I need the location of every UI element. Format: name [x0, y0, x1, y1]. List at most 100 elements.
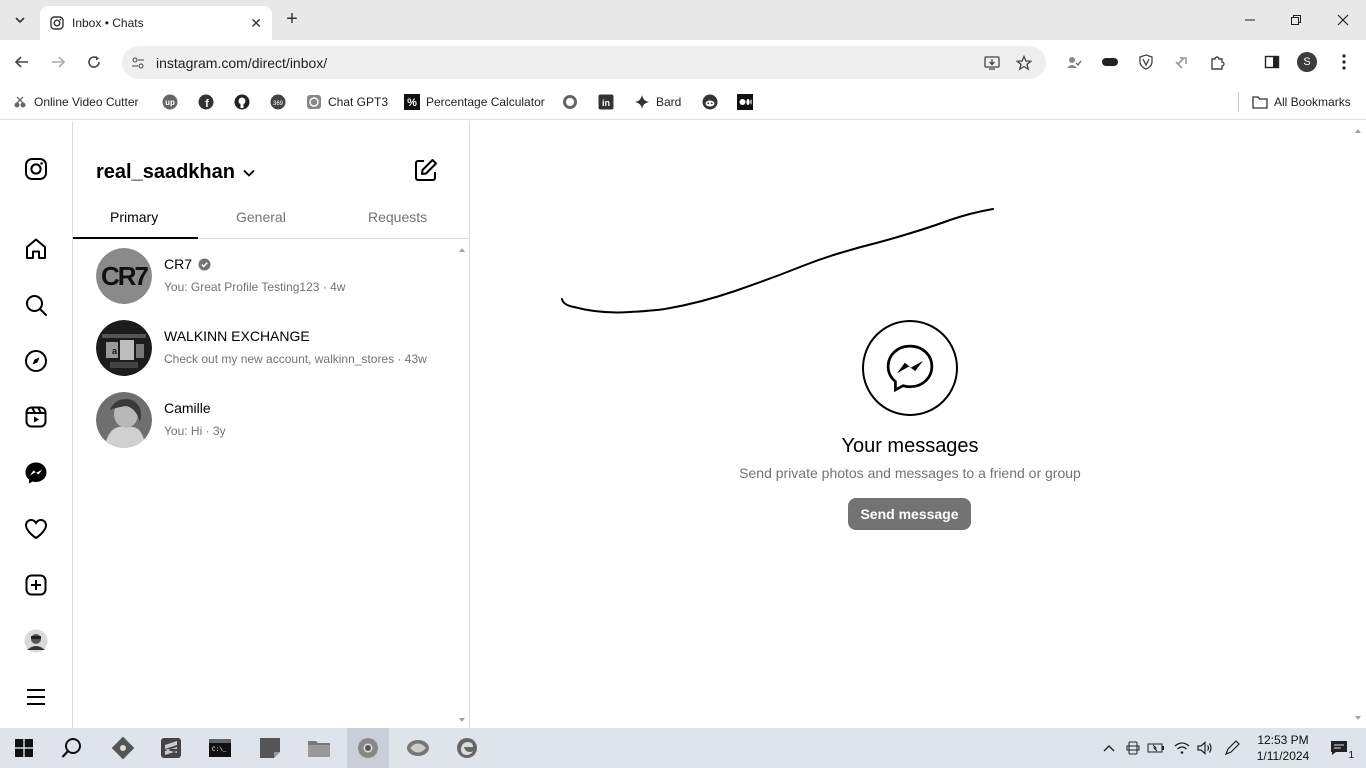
new-message-compose-icon[interactable]: [413, 157, 439, 183]
bookmark-linkedin[interactable]: in: [598, 92, 620, 112]
address-bar[interactable]: instagram.com/direct/inbox/: [122, 46, 1046, 79]
taskbar-app-git-icon[interactable]: [108, 734, 138, 762]
clock-date: 1/11/2024: [1256, 749, 1310, 763]
messenger-icon[interactable]: [22, 459, 50, 487]
bookmark-369[interactable]: 369: [270, 92, 292, 112]
taskbar-app-notes-icon[interactable]: [255, 734, 285, 762]
notifications-heart-icon[interactable]: [22, 515, 50, 543]
conversation-name: Camille: [164, 400, 211, 416]
browser-tab-strip: Inbox • Chats ✕ +: [0, 0, 1366, 40]
extension-checker-icon[interactable]: [1062, 50, 1086, 74]
bard-sparkle-icon: [634, 94, 650, 110]
bookmark-online-video-cutter[interactable]: Online Video Cutter: [12, 92, 139, 112]
notification-center-icon[interactable]: 1: [1324, 738, 1354, 761]
tray-pen-icon[interactable]: [1222, 738, 1242, 758]
svg-text:C:\_: C:\_: [212, 746, 227, 753]
bookmark-chat-gpt3[interactable]: Chat GPT3: [306, 92, 388, 112]
taskbar-edge-icon[interactable]: [452, 734, 482, 762]
instagram-logo-icon[interactable]: [22, 155, 50, 183]
account-switcher[interactable]: real_saadkhan: [96, 161, 255, 184]
home-icon[interactable]: [22, 235, 50, 263]
clock-time: 12:53 PM: [1257, 733, 1309, 747]
empty-state-subtitle: Send private photos and messages to a fr…: [739, 465, 1081, 481]
back-icon[interactable]: [10, 50, 34, 74]
bookmark-bard[interactable]: Bard: [634, 92, 681, 112]
taskbar-app-tool-icon[interactable]: [403, 734, 433, 762]
whatsapp-icon: [562, 94, 578, 110]
tab-search-icon[interactable]: [8, 8, 32, 32]
conversation-row-walkinn-exchange[interactable]: a WALKINN EXCHANGE Check out my new acco…: [73, 312, 453, 384]
site-info-icon[interactable]: [128, 53, 148, 73]
tab-primary[interactable]: Primary: [110, 209, 158, 225]
tray-battery-icon[interactable]: [1146, 738, 1166, 758]
page-scrollbar[interactable]: [1350, 121, 1366, 728]
extension-capsule-icon[interactable]: [1098, 50, 1122, 74]
browser-tab-inbox[interactable]: Inbox • Chats ✕: [40, 6, 272, 40]
extension-link-icon[interactable]: [1170, 50, 1194, 74]
video-cutter-icon: [12, 94, 28, 110]
send-message-button[interactable]: Send message: [848, 498, 971, 530]
new-tab-button[interactable]: +: [282, 8, 302, 32]
upwork-icon: up: [162, 94, 178, 110]
taskbar-file-explorer-icon[interactable]: [304, 734, 334, 762]
tray-wifi-icon[interactable]: [1172, 738, 1192, 758]
github-icon: [234, 94, 250, 110]
bookmark-label: Chat GPT3: [328, 95, 389, 109]
avatar-walkinn-exchange: a: [96, 320, 152, 376]
bookmark-whatsapp[interactable]: [562, 92, 584, 112]
tray-expand-icon[interactable]: [1099, 738, 1119, 758]
bookmark-percentage-calculator[interactable]: % Percentage Calculator: [404, 92, 545, 112]
bookmark-medium[interactable]: [737, 92, 759, 112]
taskbar-app-sublime-icon[interactable]: [156, 734, 186, 762]
tab-requests[interactable]: Requests: [368, 209, 427, 225]
window-close-icon[interactable]: [1331, 8, 1355, 32]
all-bookmarks-label: All Bookmarks: [1274, 95, 1351, 109]
profile-avatar[interactable]: S: [1297, 52, 1317, 72]
url-text: instagram.com/direct/inbox/: [156, 54, 328, 71]
conversation-name-text: CR7: [164, 256, 193, 272]
conversation-preview: You: Great Profile Testing123 · 4w: [164, 280, 346, 294]
all-bookmarks-button[interactable]: All Bookmarks: [1252, 92, 1351, 112]
tab-general[interactable]: General: [236, 209, 286, 225]
windows-start-icon[interactable]: [9, 734, 39, 762]
inbox-tabs: Primary General Requests: [73, 205, 470, 239]
inbox-scrollbar[interactable]: [456, 243, 468, 727]
browser-menu-icon[interactable]: [1332, 50, 1356, 74]
bookmark-facebook[interactable]: f: [198, 92, 220, 112]
bookmark-star-icon[interactable]: [1014, 53, 1034, 73]
search-icon[interactable]: [22, 291, 50, 319]
svg-text:in: in: [602, 98, 610, 108]
taskbar-chrome-icon[interactable]: [353, 734, 383, 762]
tab-close-icon[interactable]: ✕: [250, 15, 262, 32]
reload-icon[interactable]: [82, 50, 106, 74]
extension-shield-icon[interactable]: [1134, 50, 1158, 74]
bookmark-reddit[interactable]: [702, 92, 724, 112]
taskbar-search-icon[interactable]: [57, 734, 87, 762]
tray-volume-icon[interactable]: [1195, 738, 1215, 758]
conversation-row-cr7[interactable]: CR7 CR7 You: Great Profile Testing123 · …: [73, 240, 453, 312]
empty-state-title: Your messages: [841, 435, 979, 457]
chatgpt-icon: [306, 94, 322, 110]
taskbar-clock[interactable]: 12:53 PM 1/11/2024: [1252, 732, 1314, 764]
profile-avatar-icon[interactable]: [22, 627, 50, 655]
create-plus-icon[interactable]: [22, 571, 50, 599]
side-panel-icon[interactable]: [1260, 50, 1284, 74]
instagram-favicon-icon: [50, 16, 64, 30]
bookmark-upwork[interactable]: up: [162, 92, 184, 112]
minimize-icon[interactable]: [1238, 8, 1262, 32]
svg-text:f: f: [205, 98, 209, 110]
conversation-row-camille[interactable]: Camille You: Hi · 3y: [73, 384, 453, 456]
extensions-puzzle-icon[interactable]: [1206, 50, 1230, 74]
forward-icon[interactable]: [46, 50, 70, 74]
reels-icon[interactable]: [22, 403, 50, 431]
more-menu-icon[interactable]: [22, 683, 50, 711]
restore-icon[interactable]: [1284, 8, 1308, 32]
tray-device-icon[interactable]: [1123, 738, 1143, 758]
bookmark-github[interactable]: [234, 92, 256, 112]
install-app-icon[interactable]: [982, 53, 1002, 73]
folder-icon: [1252, 94, 1268, 110]
svg-text:up: up: [165, 98, 175, 107]
taskbar-app-terminal-icon[interactable]: C:\_: [205, 734, 235, 762]
tab-title: Inbox • Chats: [72, 16, 144, 30]
explore-compass-icon[interactable]: [22, 347, 50, 375]
